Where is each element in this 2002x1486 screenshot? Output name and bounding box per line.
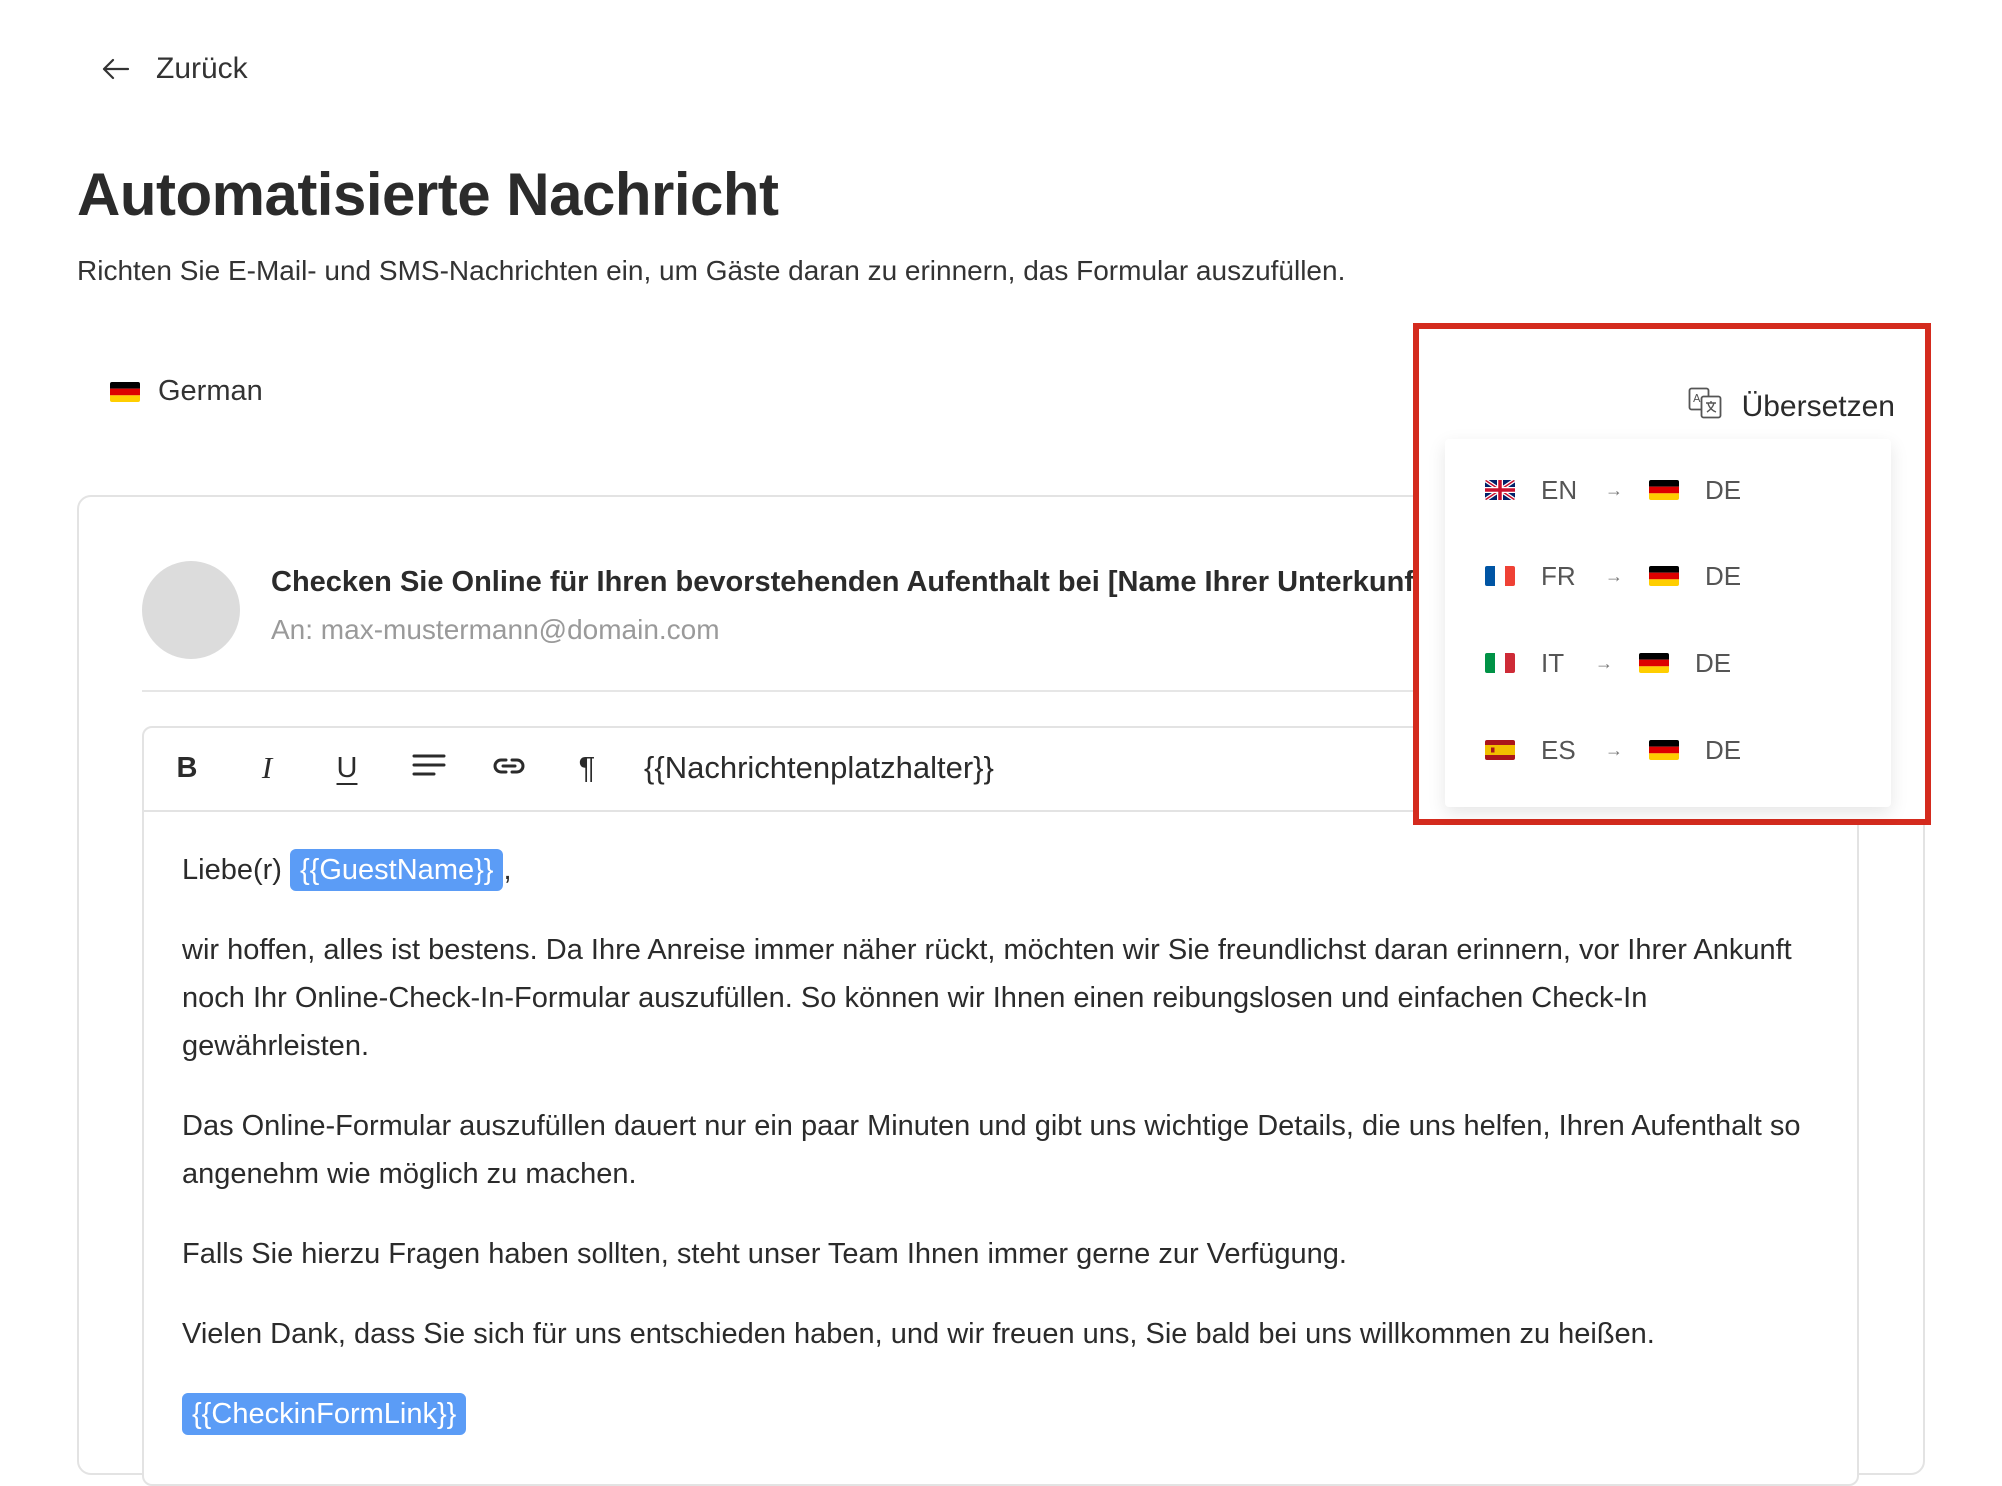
- email-subject[interactable]: Checken Sie Online für Ihren bevorstehen…: [271, 566, 1433, 599]
- italic-button[interactable]: I: [254, 748, 280, 788]
- translate-menu: EN → DE FR → DE IT → DE ES → DE: [1445, 439, 1891, 807]
- link-icon: [492, 752, 526, 785]
- arrow-right-icon: →: [1605, 739, 1623, 760]
- de-flag-icon: [1649, 740, 1679, 760]
- translate-option-fr-de[interactable]: FR → DE: [1485, 551, 1741, 601]
- body-paragraph: wir hoffen, alles ist bestens. Da Ihre A…: [182, 934, 1792, 1062]
- de-flag-icon: [1649, 480, 1679, 500]
- es-flag-icon: [1485, 740, 1515, 760]
- svg-text:A: A: [1693, 392, 1701, 405]
- target-language: DE: [1705, 474, 1742, 505]
- de-flag-icon: [1639, 653, 1669, 673]
- target-language: DE: [1705, 734, 1742, 765]
- source-language: IT: [1541, 647, 1565, 678]
- translate-option-en-de[interactable]: EN → DE: [1485, 465, 1741, 515]
- paragraph-button[interactable]: ¶: [572, 748, 602, 788]
- it-flag-icon: [1485, 653, 1515, 673]
- de-flag-icon: [1649, 566, 1679, 586]
- placeholder-dropdown[interactable]: {{Nachrichtenplatzhalter}}: [644, 748, 994, 788]
- align-button[interactable]: [409, 748, 449, 788]
- email-recipient: An: max-mustermann@domain.com: [271, 614, 720, 645]
- translate-option-it-de[interactable]: IT → DE: [1485, 638, 1731, 688]
- back-link[interactable]: Zurück: [102, 52, 248, 86]
- gb-flag-icon: [1485, 480, 1515, 500]
- target-language: DE: [1705, 560, 1742, 591]
- arrow-right-icon: →: [1605, 565, 1623, 586]
- back-label: Zurück: [156, 52, 248, 85]
- target-language: DE: [1695, 647, 1732, 678]
- message-editor[interactable]: B I U ¶ {{Nachrichtenplatzhalter}} Liebe…: [142, 726, 1859, 1486]
- fr-flag-icon: [1485, 566, 1515, 586]
- language-select[interactable]: German: [110, 375, 263, 408]
- source-language: ES: [1541, 734, 1576, 765]
- editor-content[interactable]: Liebe(r) {{GuestName}}, wir hoffen, alle…: [182, 846, 1822, 1438]
- arrow-left-icon: [102, 58, 130, 80]
- body-paragraph: Vielen Dank, dass Sie sich für uns entsc…: [182, 1318, 1655, 1350]
- de-flag-icon: [110, 381, 140, 402]
- link-line: {{CheckinFormLink}}: [182, 1390, 1822, 1438]
- arrow-right-icon: →: [1605, 479, 1623, 500]
- greeting-suffix: ,: [503, 854, 512, 886]
- source-language: EN: [1541, 474, 1578, 505]
- page-title: Automatisierte Nachricht: [77, 161, 779, 228]
- divider: [142, 690, 1432, 692]
- translate-label: Übersetzen: [1741, 390, 1895, 423]
- arrow-right-icon: →: [1595, 652, 1613, 673]
- align-left-icon: [412, 752, 446, 785]
- language-select-value: German: [158, 375, 263, 407]
- greeting-line: Liebe(r) {{GuestName}},: [182, 846, 1822, 894]
- translate-icon: A: [1688, 387, 1722, 427]
- link-button[interactable]: [489, 748, 529, 788]
- checkin-link-tag[interactable]: {{CheckinFormLink}}: [182, 1393, 467, 1435]
- source-language: FR: [1541, 560, 1576, 591]
- translate-button[interactable]: A Übersetzen: [1688, 387, 1895, 427]
- page-subtitle: Richten Sie E-Mail- und SMS-Nachrichten …: [77, 255, 1346, 286]
- underline-button[interactable]: U: [334, 748, 360, 788]
- body-paragraph: Das Online-Formular auszufüllen dauert n…: [182, 1110, 1801, 1190]
- body-paragraph: Falls Sie hierzu Fragen haben sollten, s…: [182, 1238, 1347, 1270]
- translate-highlight: A Übersetzen EN → DE FR → DE IT → DE ES …: [1413, 323, 1931, 825]
- avatar: [142, 561, 240, 659]
- translate-option-es-de[interactable]: ES → DE: [1485, 725, 1741, 775]
- greeting-prefix: Liebe(r): [182, 854, 282, 886]
- guest-name-tag[interactable]: {{GuestName}}: [290, 849, 504, 891]
- bold-button[interactable]: B: [174, 748, 200, 788]
